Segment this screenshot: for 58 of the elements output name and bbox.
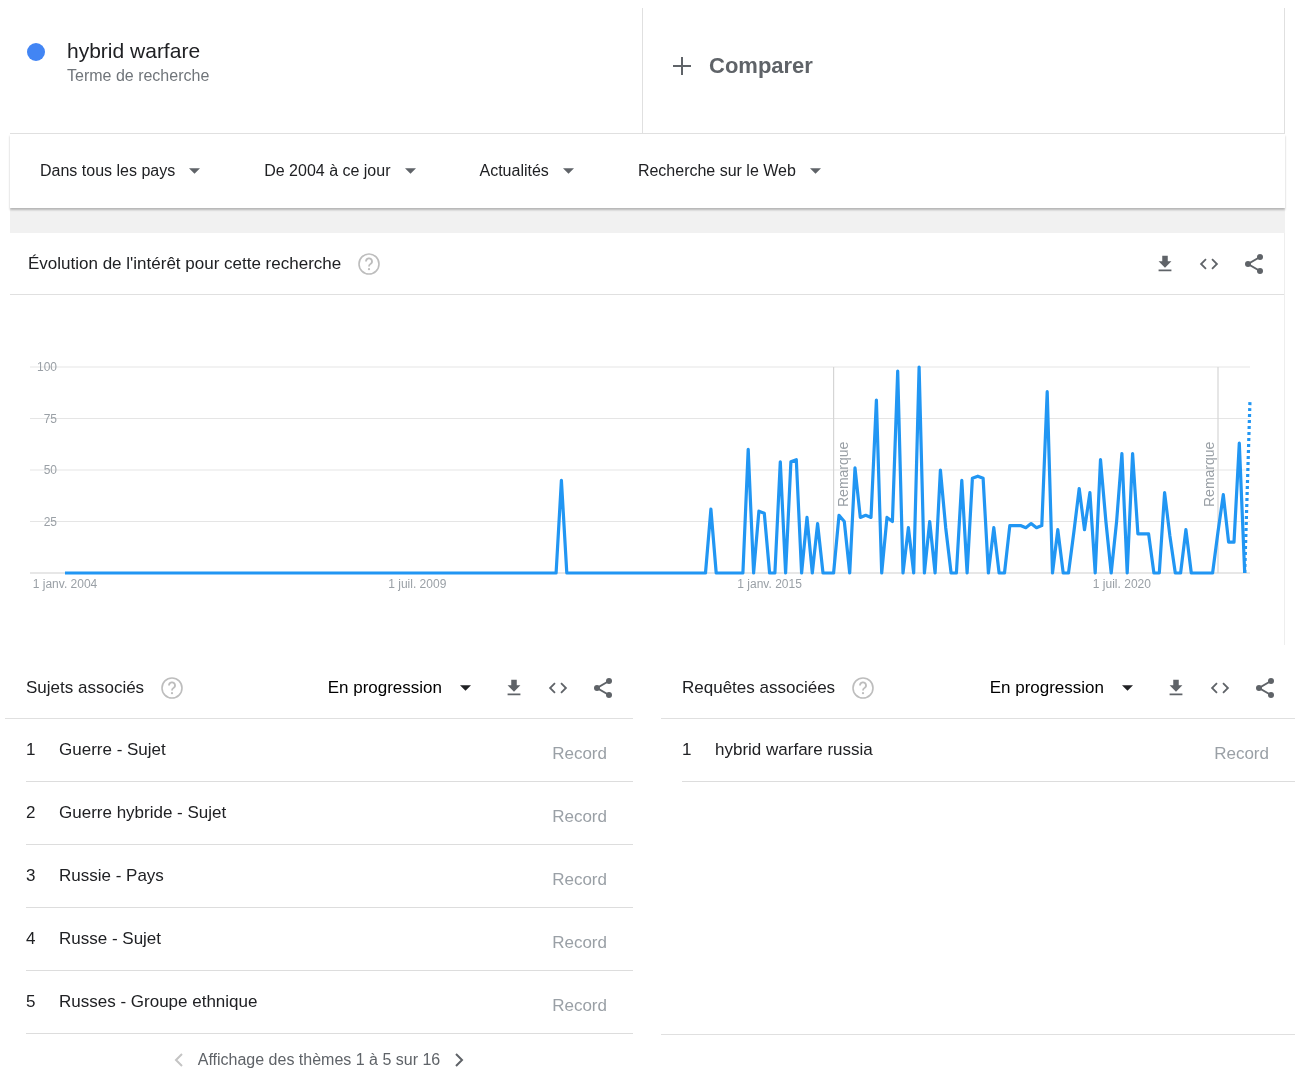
rise-value: Record (552, 995, 607, 1018)
caret-icon (460, 684, 471, 691)
axis-label: 100 (36, 360, 57, 374)
filter-dropdown[interactable]: Actualités (469, 155, 584, 187)
axis-label: 75 (43, 411, 57, 426)
help-icon (357, 251, 382, 276)
rise-value: Record (1214, 743, 1269, 766)
search-term: hybrid warfare (67, 38, 202, 64)
section-title: Requêtes associées (682, 676, 836, 699)
axis-label: 25 (43, 514, 57, 529)
axis-label: 1 juil. 2009 (388, 577, 447, 591)
rise-value: Record (552, 869, 607, 892)
rank-number: 2 (26, 802, 37, 825)
rank-number: 3 (26, 865, 37, 888)
axis-label: 1 juil. 2020 (1092, 577, 1151, 591)
share-button[interactable] (591, 675, 615, 700)
caret-icon (1122, 684, 1133, 691)
rank-number: 1 (682, 739, 693, 762)
related-item-link[interactable]: Guerre - Sujet (59, 737, 166, 763)
caret-icon (809, 168, 821, 174)
caret-icon (189, 168, 201, 174)
help-icon (851, 675, 876, 700)
section-title: Évolution de l'intérêt pour cette recherche (28, 252, 342, 275)
caret-icon (562, 168, 574, 174)
filter-dropdown[interactable]: De 2004 à ce jour (254, 155, 426, 187)
rise-value: Record (552, 806, 607, 829)
share-icon (1242, 251, 1266, 276)
annotation-label: Remarque (1201, 441, 1217, 507)
section-title: Sujets associés (26, 676, 145, 699)
help-icon (160, 675, 185, 700)
rank-number: 4 (26, 928, 37, 951)
share-icon (591, 675, 615, 700)
related-item-link[interactable]: Russie - Pays (59, 863, 164, 889)
axis-label: 50 (43, 463, 57, 477)
term-type-label: Terme de recherche (67, 66, 210, 86)
filter-dropdown[interactable]: Recherche sur le Web (627, 155, 831, 187)
compare-button[interactable]: Comparer (643, 8, 1285, 133)
filter-dropdown[interactable]: Dans tous les pays (30, 155, 211, 187)
plus-icon (673, 56, 691, 75)
related-item-link[interactable]: Guerre hybride - Sujet (59, 800, 227, 826)
rank-number: 1 (26, 739, 37, 762)
share-icon (1253, 675, 1277, 700)
caret-icon (404, 168, 416, 174)
sort-dropdown[interactable]: En progression (327, 674, 471, 701)
share-button[interactable] (1253, 675, 1277, 700)
related-item-link[interactable]: hybrid warfare russia (715, 737, 873, 763)
related-item-link[interactable]: Russe - Sujet (59, 926, 162, 952)
rise-value: Record (552, 743, 607, 766)
annotation-label: Remarque (834, 441, 851, 507)
axis-label: 1 janv. 2015 (737, 577, 802, 591)
share-button[interactable] (1242, 251, 1266, 276)
next-page-icon[interactable] (454, 1053, 465, 1067)
pagination-text: Affichage des thèmes 1 à 5 sur 16 (197, 1050, 441, 1070)
related-item-link[interactable]: Russes - Groupe ethnique (59, 989, 258, 1015)
rank-number: 5 (26, 991, 37, 1014)
sort-dropdown[interactable]: En progression (989, 674, 1133, 701)
rise-value: Record (552, 932, 607, 955)
axis-label: 1 janv. 2004 (32, 577, 98, 591)
